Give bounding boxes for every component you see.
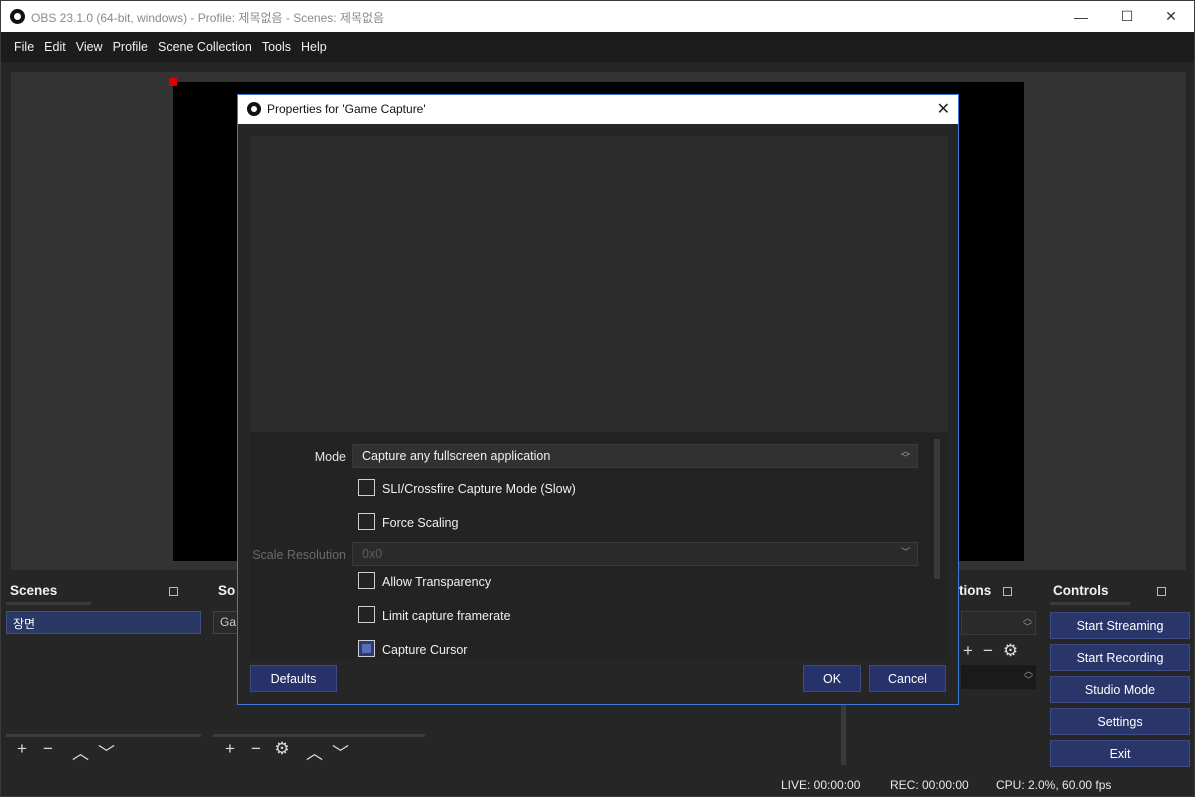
obs-logo-icon	[10, 9, 25, 24]
scenes-toolbar: + − ︿ ﹀	[14, 739, 115, 764]
dialog-title: Properties for 'Game Capture'	[267, 102, 426, 116]
capture-cursor-label[interactable]: Capture Cursor	[382, 643, 467, 657]
add-transition-icon[interactable]: +	[963, 641, 973, 661]
cancel-button[interactable]: Cancel	[869, 665, 946, 692]
scale-resolution-label: Scale Resolution	[252, 548, 346, 562]
remove-source-icon[interactable]: −	[248, 739, 264, 764]
spin-arrows-icon: ︿ ﹀	[1022, 613, 1032, 632]
move-source-up-icon[interactable]: ︿	[306, 739, 323, 764]
allow-transparency-label[interactable]: Allow Transparency	[382, 575, 491, 589]
scenes-dock-separator	[6, 734, 201, 737]
sli-crossfire-label[interactable]: SLI/Crossfire Capture Mode (Slow)	[382, 482, 576, 496]
minimize-button[interactable]: —	[1058, 1, 1104, 32]
dialog-titlebar: Properties for 'Game Capture' ✕	[238, 95, 958, 124]
duration-spin-arrows-icon[interactable]: ︿ ﹀	[1024, 667, 1033, 685]
obs-logo-icon	[247, 102, 261, 116]
move-scene-up-icon[interactable]: ︿	[72, 739, 89, 764]
force-scaling-label[interactable]: Force Scaling	[382, 516, 458, 530]
transitions-toolbar: + − ⚙	[963, 641, 1018, 661]
force-scaling-checkbox[interactable]	[358, 513, 375, 530]
dialog-source-preview	[250, 136, 948, 432]
scale-resolution-value: 0x0	[362, 547, 383, 561]
source-properties-gear-icon[interactable]: ⚙	[274, 739, 290, 764]
menu-file[interactable]: File	[14, 40, 34, 54]
sources-dock-separator	[213, 734, 425, 737]
transition-select[interactable]: ︿ ﹀	[961, 611, 1036, 635]
properties-dialog: Properties for 'Game Capture' ✕ Mode Cap…	[237, 94, 959, 705]
controls-dock-float-icon[interactable]	[1157, 587, 1166, 596]
scale-resolution-select: 0x0 ﹀	[352, 542, 918, 566]
move-source-down-icon[interactable]: ﹀	[332, 739, 349, 764]
properties-list: Mode Capture any fullscreen application …	[250, 433, 948, 658]
scale-resolution-chevron-down-icon: ﹀	[900, 547, 910, 557]
dialog-close-icon[interactable]: ✕	[937, 99, 950, 119]
transition-duration-input[interactable]: ︿ ﹀	[961, 665, 1036, 689]
close-button[interactable]: ✕	[1148, 1, 1194, 32]
limit-framerate-label[interactable]: Limit capture framerate	[382, 609, 511, 623]
live-timer: LIVE: 00:00:00	[781, 778, 861, 792]
obs-main-window: OBS 23.1.0 (64-bit, windows) - Profile: …	[0, 0, 1195, 797]
menu-help[interactable]: Help	[301, 40, 327, 54]
properties-scrollbar[interactable]	[934, 439, 940, 579]
move-scene-down-icon[interactable]: ﹀	[98, 739, 115, 764]
exit-button[interactable]: Exit	[1050, 740, 1190, 767]
status-bar: LIVE: 00:00:00 REC: 00:00:00 CPU: 2.0%, …	[1, 773, 1194, 797]
scene-list-item[interactable]: 장면	[6, 611, 201, 634]
start-streaming-button[interactable]: Start Streaming	[1050, 612, 1190, 639]
studio-mode-button[interactable]: Studio Mode	[1050, 676, 1190, 703]
menu-edit[interactable]: Edit	[44, 40, 66, 54]
limit-framerate-checkbox[interactable]	[358, 606, 375, 623]
menu-scene-collection[interactable]: Scene Collection	[158, 40, 252, 54]
mode-select[interactable]: Capture any fullscreen application ︿ ﹀	[352, 444, 918, 468]
maximize-button[interactable]: ☐	[1104, 1, 1150, 32]
menu-view[interactable]: View	[76, 40, 103, 54]
source-list-item[interactable]: Ga	[213, 611, 238, 634]
window-title: OBS 23.1.0 (64-bit, windows) - Profile: …	[31, 11, 385, 25]
menu-tools[interactable]: Tools	[262, 40, 291, 54]
scenes-dock-tab-underline	[6, 602, 91, 605]
defaults-button[interactable]: Defaults	[250, 665, 337, 692]
allow-transparency-checkbox[interactable]	[358, 572, 375, 589]
sources-toolbar: + − ⚙ ︿ ﹀	[222, 739, 349, 764]
start-recording-button[interactable]: Start Recording	[1050, 644, 1190, 671]
settings-button[interactable]: Settings	[1050, 708, 1190, 735]
scenes-dock-float-icon[interactable]	[169, 587, 178, 596]
mixer-scrollbar[interactable]	[841, 701, 846, 765]
rec-timer: REC: 00:00:00	[890, 778, 969, 792]
remove-scene-icon[interactable]: −	[40, 739, 56, 764]
add-scene-icon[interactable]: +	[14, 739, 30, 764]
controls-dock-title: Controls	[1053, 583, 1109, 598]
scenes-dock-title: Scenes	[10, 583, 58, 598]
capture-cursor-checkbox[interactable]	[358, 640, 375, 657]
cpu-fps-readout: CPU: 2.0%, 60.00 fps	[996, 778, 1112, 792]
transitions-dock-title: tions	[959, 583, 992, 598]
menu-bar: File Edit View Profile Scene Collection …	[1, 32, 1194, 62]
add-source-icon[interactable]: +	[222, 739, 238, 764]
source-handle[interactable]	[169, 78, 177, 86]
sources-dock-title: So	[218, 583, 236, 598]
controls-dock-tab-underline	[1050, 602, 1130, 605]
mode-select-value: Capture any fullscreen application	[362, 449, 551, 463]
mode-select-arrows-icon: ︿ ﹀	[900, 446, 910, 463]
window-titlebar: OBS 23.1.0 (64-bit, windows) - Profile: …	[1, 1, 1194, 32]
sli-crossfire-checkbox[interactable]	[358, 479, 375, 496]
mode-label: Mode	[314, 450, 346, 464]
transition-properties-gear-icon[interactable]: ⚙	[1003, 641, 1018, 661]
transitions-dock-float-icon[interactable]	[1003, 587, 1012, 596]
ok-button[interactable]: OK	[803, 665, 861, 692]
remove-transition-icon[interactable]: −	[983, 641, 993, 661]
menu-profile[interactable]: Profile	[113, 40, 148, 54]
